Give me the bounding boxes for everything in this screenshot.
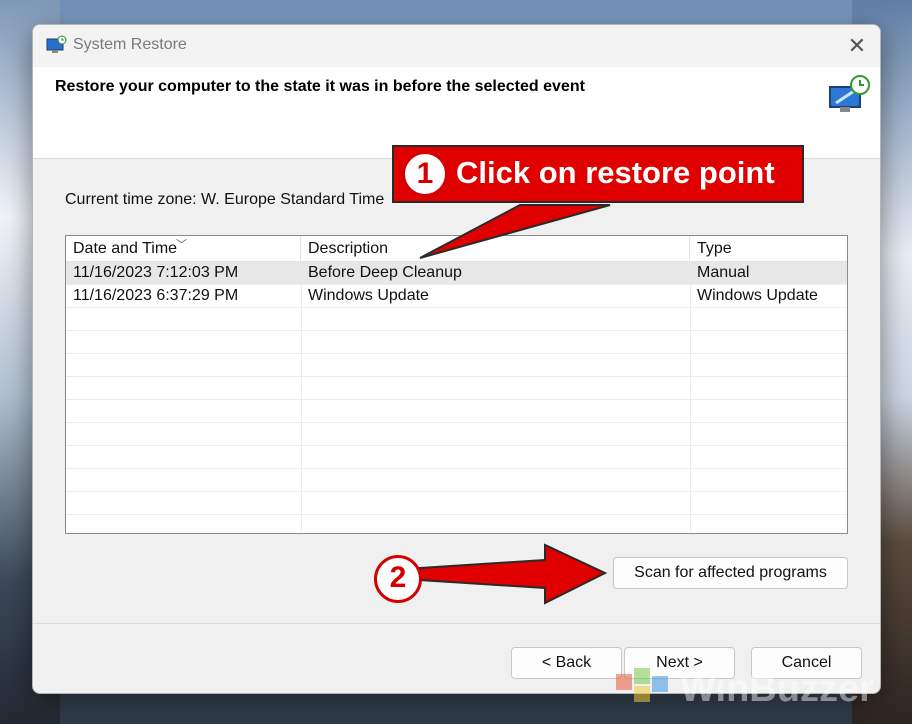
winbuzzer-logo-icon — [616, 668, 668, 702]
system-restore-large-icon — [829, 75, 870, 112]
instruction-heading: Restore your computer to the state it wa… — [55, 78, 585, 95]
row-type: Windows Update — [697, 287, 818, 304]
column-date-time-label: Date and Time — [73, 240, 178, 257]
empty-row — [66, 400, 847, 423]
winbuzzer-watermark: WinBuzzer — [608, 660, 908, 720]
back-button[interactable]: < Back — [511, 647, 622, 679]
empty-row — [66, 308, 847, 331]
window-title: System Restore — [73, 36, 187, 53]
empty-row — [66, 492, 847, 515]
column-type-label: Type — [697, 240, 732, 257]
column-description[interactable]: Description — [301, 236, 690, 261]
row-description: Before Deep Cleanup — [308, 264, 462, 281]
system-restore-dialog: System Restore ✕ Restore your computer t… — [32, 24, 881, 694]
close-button[interactable]: ✕ — [834, 25, 880, 67]
empty-row — [66, 377, 847, 400]
column-description-label: Description — [308, 240, 389, 257]
row-description: Windows Update — [308, 287, 429, 304]
empty-row — [66, 331, 847, 354]
empty-row — [66, 469, 847, 492]
step2-number: 2 — [374, 555, 422, 603]
empty-row — [66, 423, 847, 446]
table-row[interactable]: 11/16/2023 6:37:29 PM Windows Update Win… — [66, 285, 847, 308]
row-type: Manual — [697, 264, 750, 281]
row-date: 11/16/2023 6:37:29 PM — [73, 287, 239, 304]
empty-row — [66, 354, 847, 377]
step1-text: Click on restore point — [456, 155, 775, 190]
row-date: 11/16/2023 7:12:03 PM — [73, 264, 239, 281]
timezone-label: Current time zone: W. Europe Standard Ti… — [65, 191, 385, 208]
title-bar: System Restore ✕ — [33, 25, 880, 67]
system-restore-icon — [46, 35, 67, 53]
footer-divider — [33, 623, 880, 624]
column-type[interactable]: Type — [690, 236, 847, 261]
scan-affected-programs-button[interactable]: Scan for affected programs — [613, 557, 848, 589]
list-header: Date and Time ﹀ Description Type — [66, 236, 847, 262]
restore-point-list[interactable]: Date and Time ﹀ Description Type 11/16/2… — [65, 235, 848, 534]
sort-down-icon: ﹀ — [176, 239, 187, 251]
watermark-text: WinBuzzer — [680, 668, 874, 710]
step1-callout: 1 Click on restore point — [392, 145, 804, 203]
close-icon: ✕ — [847, 33, 867, 59]
table-row[interactable]: 11/16/2023 7:12:03 PM Before Deep Cleanu… — [66, 262, 847, 285]
column-date-time[interactable]: Date and Time ﹀ — [66, 236, 301, 261]
empty-row — [66, 446, 847, 469]
step1-number: 1 — [402, 151, 448, 197]
